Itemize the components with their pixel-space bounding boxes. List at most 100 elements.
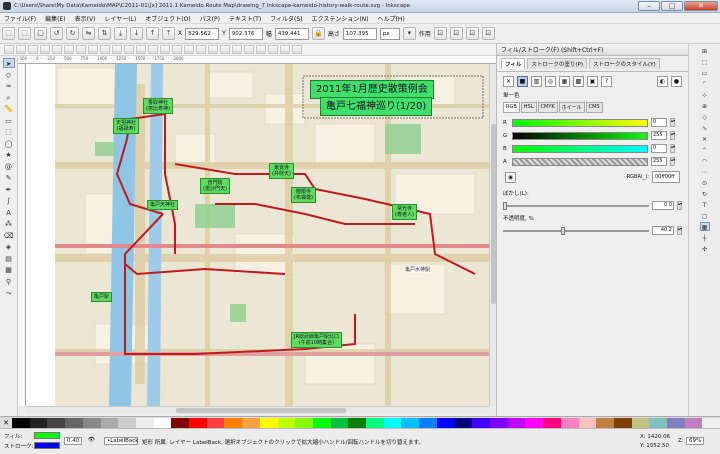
group-icon[interactable] [208,45,218,54]
swatch[interactable] [401,417,420,428]
menu-edit[interactable]: 編集(E) [45,14,65,23]
spin-a[interactable]: ▴▾ [670,157,675,166]
fill-rule-nonzero-icon[interactable]: ● [671,76,682,87]
swatch[interactable] [29,417,48,428]
raise-icon[interactable]: ↑ [146,27,159,40]
slider-r[interactable] [512,118,648,127]
swatch-icon[interactable]: ▣ [587,76,598,87]
swatch[interactable] [419,417,437,428]
import-icon[interactable] [52,45,62,54]
swatch[interactable] [543,417,561,428]
fill-rule-evenodd-icon[interactable]: ◐ [657,76,668,87]
y-field[interactable]: 902.376 [228,27,263,40]
swatch[interactable] [436,417,455,428]
snap-smooth-icon[interactable]: ◠ [700,156,710,165]
color-palette[interactable]: ✕ [0,416,720,428]
label-kameido[interactable]: 亀戸駅 [91,292,113,302]
swatch[interactable] [649,417,668,428]
swatch[interactable] [153,417,172,428]
mode-cms[interactable]: CMS [585,102,603,113]
snap-toggle-icon[interactable]: ⊞ [700,46,710,55]
snap-page-icon[interactable]: ▢ [700,211,710,220]
menu-object[interactable]: オブジェクト(O) [145,14,190,23]
mesh-tool-icon[interactable]: ▦ [3,265,15,275]
menu-path[interactable]: パス(P) [200,14,220,23]
layer-select[interactable]: •LabelBack [104,437,138,445]
label-tenjin[interactable]: 天祖神社 (福禄寿) [113,118,140,134]
horizontal-scrollbar[interactable] [26,406,489,414]
snap-midpoint-icon[interactable]: ⋯ [700,167,710,176]
spray-tool-icon[interactable]: ⁂ [3,219,15,229]
swatch[interactable] [12,417,30,428]
mode-cmyk[interactable]: CMYK [537,102,558,113]
snap-bbox-edge-icon[interactable]: ▭ [700,68,710,77]
opacity-spin[interactable]: ▴▾ [677,226,682,235]
snap-bbox-corner-icon[interactable]: ⌜ [700,79,710,88]
swatch[interactable] [454,417,473,428]
copy-icon[interactable] [100,45,110,54]
color-picker-icon[interactable]: ◉ [505,171,516,183]
slider-g-value[interactable]: 255 [651,131,667,140]
unit-select[interactable]: px [379,27,400,40]
swatch[interactable] [507,417,526,428]
swatch[interactable] [525,417,544,428]
swatch[interactable] [118,417,136,428]
opacity-knob[interactable] [561,226,566,235]
snap-paths-icon[interactable]: ∿ [700,123,710,132]
text-tool-icon[interactable]: A [3,208,15,218]
pattern-icon[interactable]: ▩ [573,76,584,87]
scale-corners-icon[interactable]: ⊡ [449,27,463,40]
label-jizo[interactable]: 普門院 (毘沙門天) [200,178,230,194]
blur-value[interactable]: 0.0 [652,201,674,210]
snap-nodes-icon[interactable]: ◇ [700,112,710,121]
horizontal-scroll-thumb[interactable] [176,408,346,413]
snap-rotation-icon[interactable]: ↻ [700,189,710,198]
zoom-field[interactable]: 69% [686,437,705,445]
swatch[interactable] [330,417,349,428]
spin-r[interactable]: ▴▾ [670,118,675,127]
document-properties-icon[interactable] [292,45,302,54]
stroke-indicator-swatch[interactable] [34,442,60,449]
slider-a-value[interactable]: 255 [651,157,667,166]
swatch[interactable] [348,417,367,428]
open-icon[interactable] [16,45,26,54]
swatch[interactable] [277,417,296,428]
snap-bbox-mid-icon[interactable]: ⊹ [700,90,710,99]
blur-spin[interactable]: ▴▾ [677,201,682,210]
swatch[interactable] [667,417,685,428]
box3d-tool-icon[interactable]: ⬚ [3,127,15,137]
blur-knob[interactable] [503,201,507,210]
duplicate-icon[interactable] [172,45,182,54]
x-field[interactable]: 829.562 [185,27,220,40]
swatch[interactable] [47,417,66,428]
vertical-scrollbar[interactable] [489,64,496,406]
label-start[interactable]: JR総武線亀戸駅北口 (午前10時集合) [291,332,342,348]
map-title-line2[interactable]: 亀戸七福神巡り(1/20) [320,97,433,116]
ellipse-tool-icon[interactable]: ◯ [3,139,15,149]
menu-extensions[interactable]: エクステンション(N) [312,14,369,23]
maximize-button[interactable]: □ [661,1,683,11]
menu-help[interactable]: ヘルプ(H) [378,14,405,23]
snap-center-icon[interactable]: ⊙ [700,178,710,187]
menu-view[interactable]: 表示(V) [75,14,96,23]
spin-g[interactable]: ▴▾ [670,131,675,140]
fill-indicator-swatch[interactable] [34,432,60,439]
menu-layer[interactable]: レイヤー(L) [104,14,136,23]
swatch[interactable] [596,417,614,428]
menu-file[interactable]: ファイル(F) [4,14,36,23]
swatch[interactable] [65,417,83,428]
snap-guide-icon[interactable]: ┼ [700,233,710,242]
swatch[interactable] [383,417,402,428]
export-icon[interactable] [64,45,74,54]
blur-slider[interactable] [503,201,649,210]
swatch[interactable] [489,417,508,428]
pen-tool-icon[interactable]: ✒ [3,185,15,195]
dropper-tool-icon[interactable]: ⚲ [3,277,15,287]
connector-tool-icon[interactable]: ⤳ [3,288,15,298]
text-font-icon[interactable] [244,45,254,54]
lower-bottom-icon[interactable]: ⤓ [114,27,127,40]
label-hitachi[interactable]: 常光寺 (寿老人) [392,204,417,220]
transform-gradient-icon[interactable]: ⊡ [465,27,479,40]
node-tool-icon[interactable]: ◇ [3,70,15,80]
flip-h-icon[interactable]: ⇋ [82,27,95,40]
